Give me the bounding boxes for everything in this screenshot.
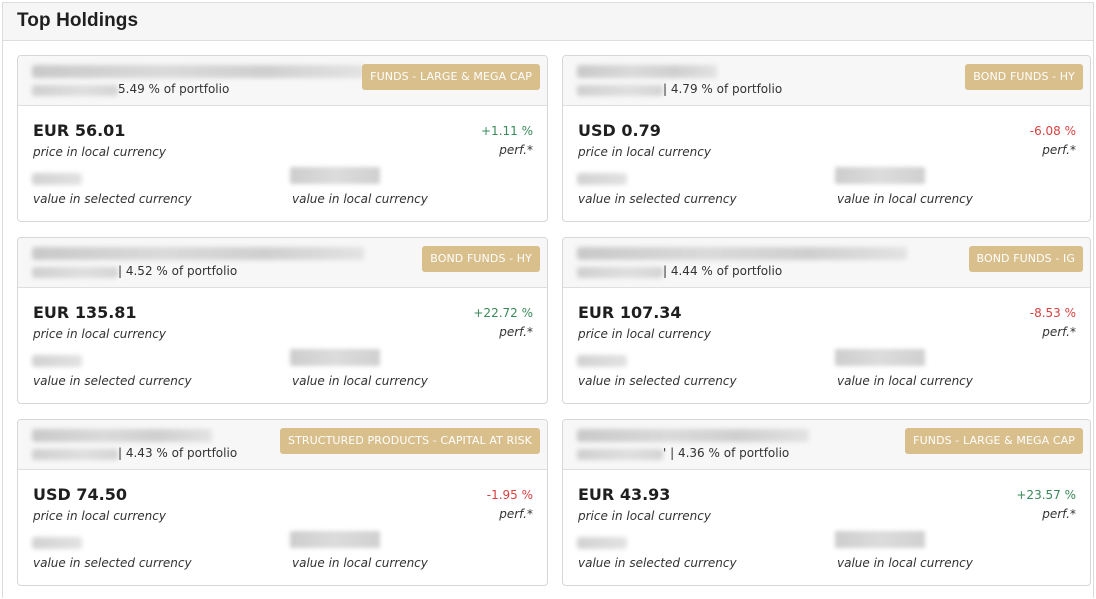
price-caption: price in local currency: [33, 145, 166, 159]
price-caption: price in local currency: [578, 145, 711, 159]
redacted-value-selected: [577, 173, 627, 185]
performance-caption: perf.*: [499, 507, 533, 521]
performance-caption: perf.*: [499, 325, 533, 339]
redacted-value-local: [290, 349, 380, 366]
value-selected-caption: value in selected currency: [33, 374, 192, 388]
category-badge: FUNDS - LARGE & MEGA CAP: [362, 64, 540, 90]
redacted-holding-name: [577, 429, 809, 442]
redacted-holding-id: [577, 267, 663, 278]
redacted-holding-id: [577, 449, 663, 460]
redacted-holding-id: [32, 85, 118, 96]
price-local: EUR 135.81: [33, 303, 137, 322]
value-selected-caption: value in selected currency: [33, 192, 192, 206]
redacted-value-selected: [577, 537, 627, 549]
price-local: USD 0.79: [578, 121, 661, 140]
holding-card[interactable]: | 4.43 % of portfolio STRUCTURED PRODUCT…: [17, 419, 548, 586]
value-local-caption: value in local currency: [837, 374, 973, 388]
holding-card-header: 5.49 % of portfolio FUNDS - LARGE & MEGA…: [18, 56, 547, 106]
performance-caption: perf.*: [1042, 325, 1076, 339]
value-selected-caption: value in selected currency: [578, 556, 737, 570]
price-caption: price in local currency: [578, 327, 711, 341]
price-caption: price in local currency: [578, 509, 711, 523]
redacted-holding-name: [577, 65, 717, 78]
category-badge: BOND FUNDS - HY: [965, 64, 1083, 90]
category-badge: BOND FUNDS - IG: [968, 246, 1083, 272]
redacted-value-local: [835, 531, 925, 548]
holding-card[interactable]: ' | 4.36 % of portfolio FUNDS - LARGE & …: [562, 419, 1091, 586]
redacted-holding-name: [32, 429, 212, 442]
performance-value: -1.95 %: [486, 488, 533, 502]
price-local: EUR 43.93: [578, 485, 671, 504]
value-selected-caption: value in selected currency: [578, 192, 737, 206]
performance-value: +22.72 %: [473, 306, 533, 320]
performance-value: +23.57 %: [1016, 488, 1076, 502]
price-local: EUR 107.34: [578, 303, 682, 322]
performance-value: -6.08 %: [1029, 124, 1076, 138]
holdings-grid: 5.49 % of portfolio FUNDS - LARGE & MEGA…: [17, 55, 1091, 586]
performance-caption: perf.*: [1042, 507, 1076, 521]
redacted-value-local: [835, 349, 925, 366]
performance-value: +1.11 %: [481, 124, 533, 138]
category-badge: FUNDS - LARGE & MEGA CAP: [905, 428, 1083, 454]
redacted-holding-id: [32, 267, 118, 278]
price-local: EUR 56.01: [33, 121, 126, 140]
redacted-holding-name: [577, 247, 907, 260]
panel-header: Top Holdings: [3, 3, 1093, 41]
performance-caption: perf.*: [499, 143, 533, 157]
panel-title: Top Holdings: [17, 10, 139, 31]
holding-card[interactable]: | 4.79 % of portfolio BOND FUNDS - HY US…: [562, 55, 1091, 222]
redacted-value-selected: [32, 173, 82, 185]
price-caption: price in local currency: [33, 509, 166, 523]
portfolio-share: | 4.52 % of portfolio: [118, 264, 238, 278]
value-local-caption: value in local currency: [292, 192, 428, 206]
value-local-caption: value in local currency: [837, 556, 973, 570]
portfolio-share: | 4.79 % of portfolio: [663, 82, 783, 96]
redacted-value-selected: [577, 355, 627, 367]
redacted-value-selected: [32, 537, 82, 549]
price-caption: price in local currency: [33, 327, 166, 341]
holding-card[interactable]: 5.49 % of portfolio FUNDS - LARGE & MEGA…: [17, 55, 548, 222]
holding-card[interactable]: | 4.52 % of portfolio BOND FUNDS - HY EU…: [17, 237, 548, 404]
redacted-holding-id: [577, 85, 663, 96]
value-local-caption: value in local currency: [837, 192, 973, 206]
redacted-holding-name: [32, 65, 364, 78]
value-selected-caption: value in selected currency: [33, 556, 192, 570]
price-local: USD 74.50: [33, 485, 127, 504]
holding-card-header: | 4.44 % of portfolio BOND FUNDS - IG: [563, 238, 1090, 288]
holding-card-header: | 4.43 % of portfolio STRUCTURED PRODUCT…: [18, 420, 547, 470]
value-local-caption: value in local currency: [292, 556, 428, 570]
redacted-value-selected: [32, 355, 82, 367]
portfolio-share: 5.49 % of portfolio: [118, 82, 230, 96]
redacted-holding-name: [32, 247, 364, 260]
redacted-value-local: [290, 531, 380, 548]
holding-card-header: | 4.79 % of portfolio BOND FUNDS - HY: [563, 56, 1090, 106]
holding-card-header: ' | 4.36 % of portfolio FUNDS - LARGE & …: [563, 420, 1090, 470]
holding-card[interactable]: | 4.44 % of portfolio BOND FUNDS - IG EU…: [562, 237, 1091, 404]
portfolio-share: | 4.43 % of portfolio: [118, 446, 238, 460]
portfolio-share: | 4.44 % of portfolio: [663, 264, 783, 278]
top-holdings-panel: Top Holdings 5.49 % of portfolio FUNDS -…: [2, 2, 1094, 598]
value-selected-caption: value in selected currency: [578, 374, 737, 388]
redacted-holding-id: [32, 449, 118, 460]
redacted-value-local: [290, 167, 380, 184]
category-badge: BOND FUNDS - HY: [422, 246, 540, 272]
category-badge: STRUCTURED PRODUCTS - CAPITAL AT RISK: [280, 428, 540, 454]
holding-card-header: | 4.52 % of portfolio BOND FUNDS - HY: [18, 238, 547, 288]
portfolio-share: ' | 4.36 % of portfolio: [663, 446, 790, 460]
redacted-value-local: [835, 167, 925, 184]
value-local-caption: value in local currency: [292, 374, 428, 388]
performance-value: -8.53 %: [1029, 306, 1076, 320]
performance-caption: perf.*: [1042, 143, 1076, 157]
